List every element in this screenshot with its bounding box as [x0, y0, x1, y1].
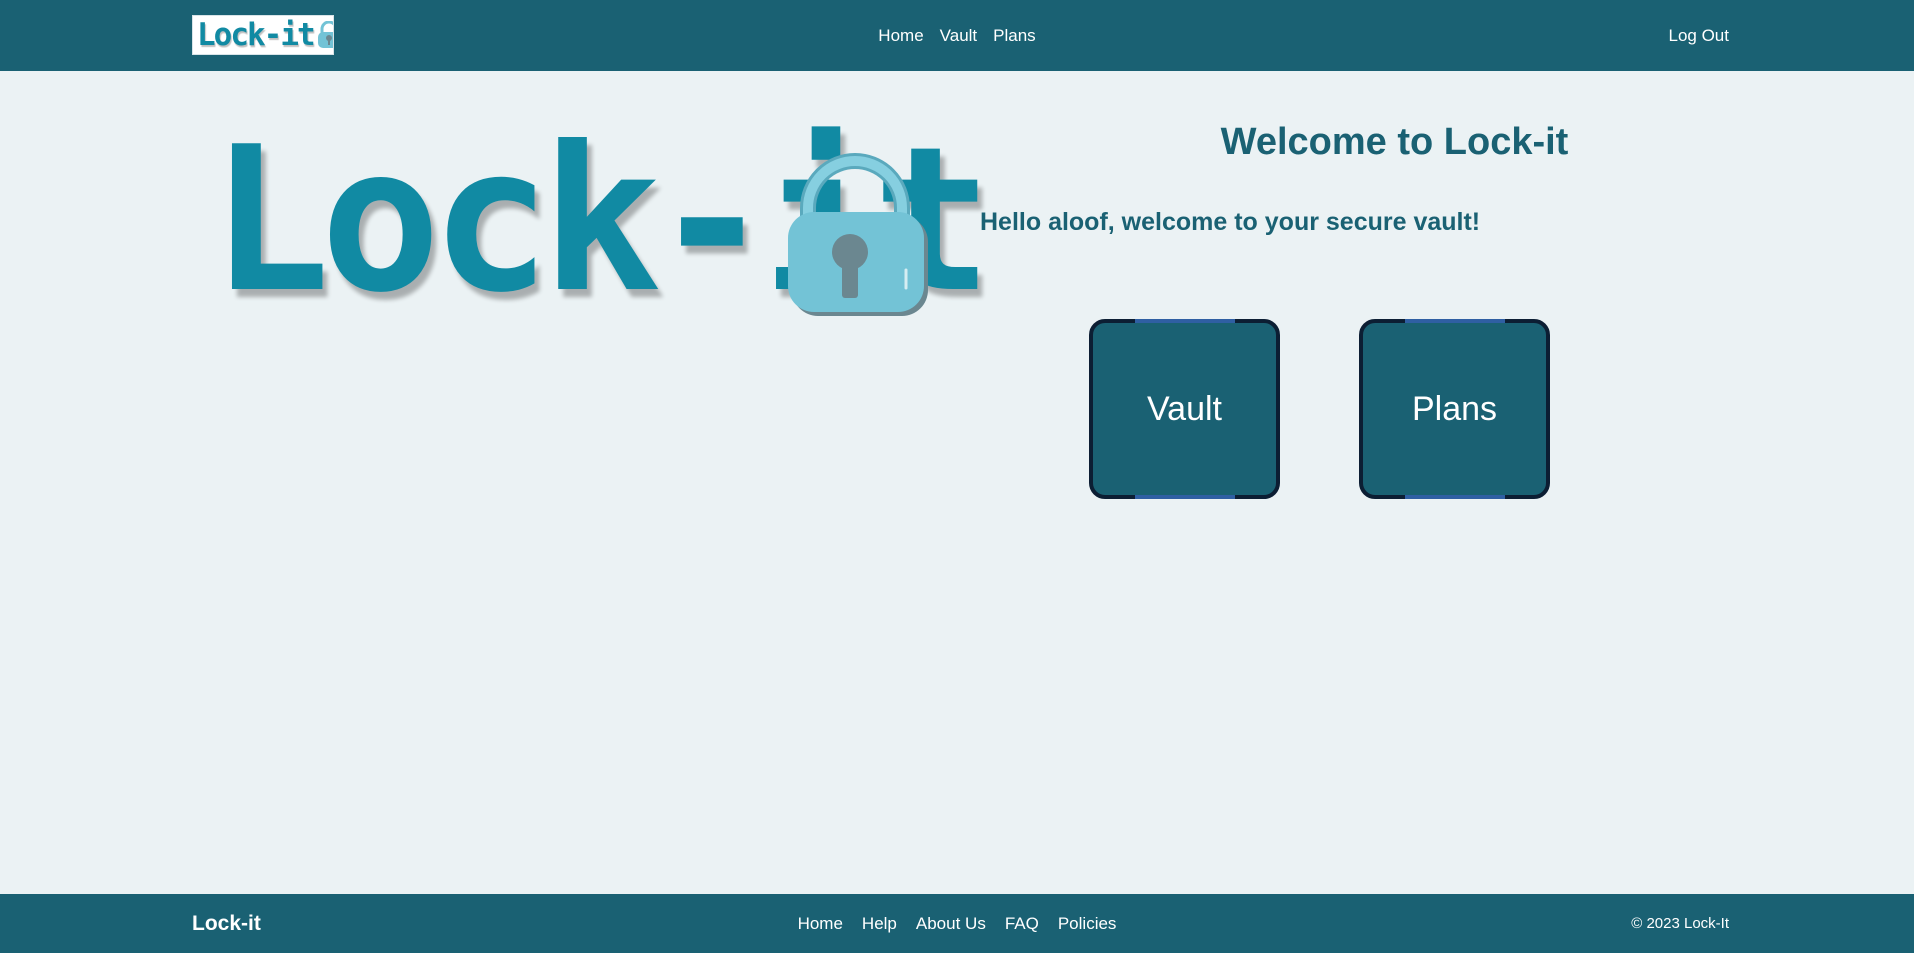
- page-title: Welcome to Lock-it: [1220, 121, 1569, 163]
- padlock-icon: [788, 153, 928, 316]
- logout-link[interactable]: Log Out: [1669, 0, 1730, 71]
- footer-nav: Home Help About Us FAQ Policies: [0, 894, 1914, 953]
- footer-faq-link[interactable]: FAQ: [1005, 914, 1039, 934]
- welcome-message: Hello aloof, welcome to your secure vaul…: [980, 208, 1481, 236]
- brand-logo-text: Lock-it: [197, 16, 316, 53]
- top-navbar: Lock-it Home Vault Plans Log Out: [0, 0, 1914, 71]
- footer-about-link[interactable]: About Us: [916, 914, 986, 934]
- hero-logo: Lock-it: [210, 121, 993, 330]
- footer-help-link[interactable]: Help: [862, 914, 897, 934]
- footer: Lock-it Home Help About Us FAQ Policies …: [0, 894, 1914, 953]
- copyright-text: © 2023 Lock-It: [1631, 915, 1729, 932]
- footer-policies-link[interactable]: Policies: [1058, 914, 1117, 934]
- padlock-icon: [317, 21, 333, 48]
- nav-vault-link[interactable]: Vault: [940, 26, 978, 46]
- brand-logo-link[interactable]: Lock-it: [192, 15, 334, 55]
- footer-home-link[interactable]: Home: [798, 914, 843, 934]
- footer-brand: Lock-it: [192, 911, 261, 935]
- nav-home-link[interactable]: Home: [878, 26, 923, 46]
- nav-plans-link[interactable]: Plans: [993, 26, 1036, 46]
- plans-tile-button[interactable]: Plans: [1359, 319, 1550, 499]
- vault-tile-button[interactable]: Vault: [1089, 319, 1280, 499]
